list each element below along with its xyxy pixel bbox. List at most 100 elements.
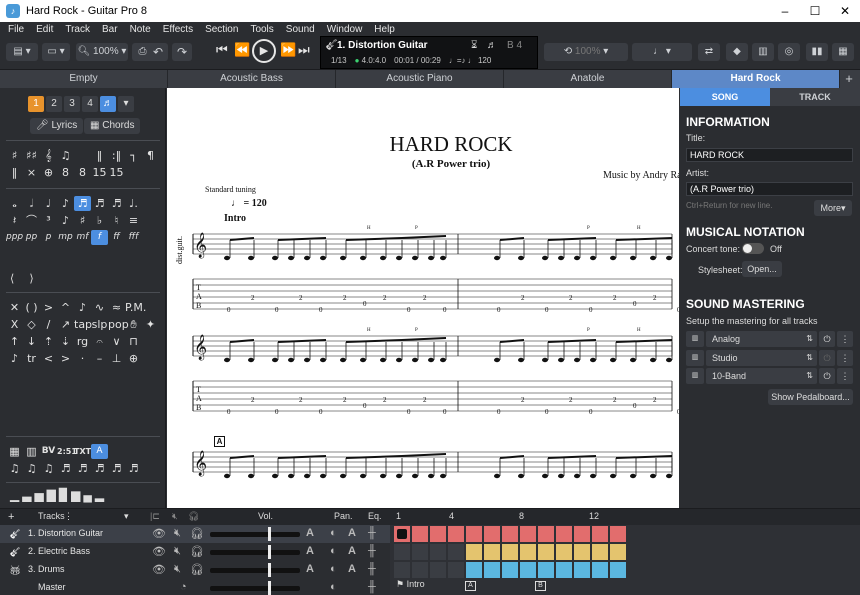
dynamic-ppp[interactable]: ppp: [6, 230, 23, 245]
timeline-cell[interactable]: [556, 544, 573, 560]
timeline-cell[interactable]: [610, 526, 627, 542]
timeline-cell[interactable]: [592, 544, 609, 560]
tab-empty[interactable]: Empty: [0, 70, 168, 88]
dynamic-fff[interactable]: fff: [125, 230, 142, 245]
eq-icon[interactable]: ╫: [368, 581, 376, 593]
timeline-cell[interactable]: [412, 562, 429, 578]
accent-icon[interactable]: >: [40, 300, 57, 315]
pick-icon[interactable]: ◆: [726, 43, 748, 61]
eq-icon[interactable]: ╫: [368, 545, 376, 557]
timeline[interactable]: 1 4 8 12 ⚑ Intro A B: [390, 509, 860, 595]
x-note-icon[interactable]: X: [6, 317, 23, 332]
auto-icon[interactable]: A: [348, 527, 356, 539]
timeline-cell[interactable]: [430, 544, 447, 560]
power-icon[interactable]: ⏻: [819, 331, 835, 347]
chord-grid-icon[interactable]: ▥: [23, 444, 40, 459]
tab-hard-rock[interactable]: Hard Rock: [672, 70, 840, 88]
voice-2-button[interactable]: 2: [46, 96, 62, 112]
concert-tone-toggle[interactable]: [742, 243, 764, 254]
quindicesima-icon[interactable]: 15: [91, 165, 108, 180]
forward-icon[interactable]: ⏩: [280, 42, 296, 58]
track-row[interactable]: 🎸︎ 1. Distortion Guitar 👁︎ 🔇︎ 🎧︎ A ◐ A ╫: [0, 525, 390, 543]
eye-icon[interactable]: 👁︎: [152, 545, 166, 558]
tuplet-icon[interactable]: ³: [40, 213, 57, 228]
eye-icon[interactable]: 👁︎: [152, 563, 166, 576]
brush-icon[interactable]: ✦: [142, 317, 159, 332]
voice-1-button[interactable]: 1: [28, 96, 44, 112]
studio-select[interactable]: Studio ⇅: [706, 350, 817, 366]
beams-3-icon[interactable]: ♫: [40, 461, 57, 476]
fade-out-icon[interactable]: >: [57, 351, 74, 366]
tab-track[interactable]: TRACK: [770, 88, 860, 106]
tenuto-icon[interactable]: –: [91, 351, 108, 366]
open-stylesheet-button[interactable]: Open...: [742, 261, 782, 277]
timeline-cell[interactable]: [610, 544, 627, 560]
timeline-cell[interactable]: [538, 526, 555, 542]
wide-vibrato-icon[interactable]: ≈: [108, 300, 125, 315]
band-eq-select[interactable]: 10-Band ⇅: [706, 368, 817, 384]
tie-icon[interactable]: ⌒: [23, 213, 40, 228]
title-input[interactable]: HARD ROCK: [686, 148, 853, 162]
timeline-cell[interactable]: [520, 544, 537, 560]
close-button[interactable]: ✕: [830, 0, 860, 22]
timeline-cell[interactable]: [520, 526, 537, 542]
fade-in-icon[interactable]: <: [40, 351, 57, 366]
slide-icon[interactable]: /: [40, 317, 57, 332]
timeline-cell[interactable]: [412, 526, 429, 542]
add-tab-button[interactable]: +: [840, 70, 858, 88]
tab-anatole[interactable]: Anatole: [504, 70, 672, 88]
trill-icon[interactable]: tr: [23, 351, 40, 366]
metronome-icon[interactable]: ⏳︎: [471, 40, 477, 51]
timeline-cell[interactable]: [556, 562, 573, 578]
clef-icon[interactable]: 𝄞: [40, 148, 57, 163]
menu-section[interactable]: Section: [199, 24, 244, 35]
auto-icon[interactable]: A: [306, 545, 314, 557]
slap-icon[interactable]: slp: [91, 317, 108, 332]
volume-slider[interactable]: [210, 550, 300, 555]
master-volume-handle[interactable]: [268, 581, 271, 595]
quarter-note-icon[interactable]: ♩: [40, 196, 57, 211]
palette-menu-icon[interactable]: ▾: [118, 96, 134, 112]
minimize-button[interactable]: –: [770, 0, 800, 22]
let-ring-icon[interactable]: ♪: [74, 300, 91, 315]
pan-knob[interactable]: ◐: [330, 581, 337, 593]
beams-4-icon[interactable]: ♬: [57, 461, 74, 476]
timeline-cell[interactable]: [574, 562, 591, 578]
zoom-select[interactable]: 🔍︎ 100% ▾: [76, 43, 128, 61]
chord-diagram-icon[interactable]: ▦: [6, 444, 23, 459]
rest-icon[interactable]: 𝄽: [6, 213, 23, 228]
whammy-icon[interactable]: ♪: [6, 351, 23, 366]
timeline-cell[interactable]: [466, 526, 483, 542]
timeline-cell[interactable]: [430, 526, 447, 542]
tab-song[interactable]: SONG: [680, 88, 770, 106]
dynamic-p[interactable]: p: [40, 230, 57, 245]
fretboard-icon[interactable]: ▦: [832, 43, 854, 61]
arpeggio-down-icon[interactable]: ⇣: [57, 334, 74, 349]
track-row[interactable]: 🥁︎ 3. Drums 👁︎ 🔇︎ 🎧︎ A ◐ A ╫: [0, 561, 390, 579]
fermata-icon[interactable]: 𝄐: [91, 334, 108, 349]
voice-3-button[interactable]: 3: [64, 96, 80, 112]
txt-text-icon[interactable]: TXT: [74, 444, 91, 459]
eye-icon[interactable]: 👁︎: [152, 527, 166, 540]
rewind-icon[interactable]: ⏪: [234, 42, 250, 58]
sixteenth-note-icon[interactable]: ♬: [74, 196, 91, 211]
menu-tools[interactable]: Tools: [244, 24, 279, 35]
collapse-icon[interactable]: ▾: [124, 511, 129, 522]
volume-handle[interactable]: [268, 563, 271, 577]
voice-4-button[interactable]: 4: [82, 96, 98, 112]
dead-note-icon[interactable]: ✕: [6, 300, 23, 315]
triplet-feel-icon[interactable]: ♫: [57, 148, 74, 163]
beat-text-icon[interactable]: BV: [40, 444, 57, 459]
stem-tools-icon[interactable]: ▁▃▅▇▉▆▄▂: [10, 488, 107, 502]
menu-sound[interactable]: Sound: [280, 24, 321, 35]
palm-mute-icon[interactable]: P.M.: [125, 300, 146, 315]
section-marker-icon[interactable]: A: [91, 444, 108, 459]
chords-button[interactable]: ▦ Chords: [84, 118, 141, 134]
vibrato-icon[interactable]: ∿: [91, 300, 108, 315]
auto-icon[interactable]: A: [348, 545, 356, 557]
artist-input[interactable]: (A.R Power trio): [686, 182, 853, 196]
go-end-icon[interactable]: ⏭: [298, 42, 310, 58]
show-pedalboard-button[interactable]: Show Pedalboard...: [768, 389, 853, 405]
timeline-cell[interactable]: [502, 562, 519, 578]
timeline-cell[interactable]: [556, 526, 573, 542]
